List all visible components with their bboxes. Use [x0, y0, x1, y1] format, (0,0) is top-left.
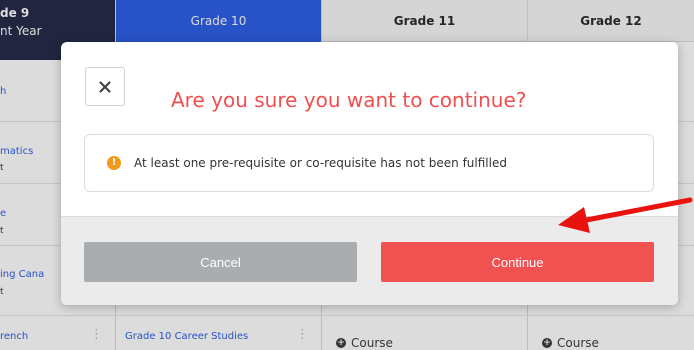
close-button[interactable]: [85, 67, 125, 106]
alert-message: At least one pre-requisite or co-requisi…: [134, 156, 507, 170]
dialog-footer: Cancel Continue: [61, 216, 678, 305]
dialog-body: Are you sure you want to continue? ! At …: [61, 42, 678, 216]
dialog-title: Are you sure you want to continue?: [171, 88, 527, 112]
warning-icon: !: [107, 156, 121, 170]
close-icon: [99, 80, 111, 93]
cancel-button[interactable]: Cancel: [84, 242, 357, 282]
continue-button[interactable]: Continue: [381, 242, 654, 282]
confirm-dialog: Are you sure you want to continue? ! At …: [61, 42, 678, 305]
requirement-alert: ! At least one pre-requisite or co-requi…: [84, 134, 654, 192]
